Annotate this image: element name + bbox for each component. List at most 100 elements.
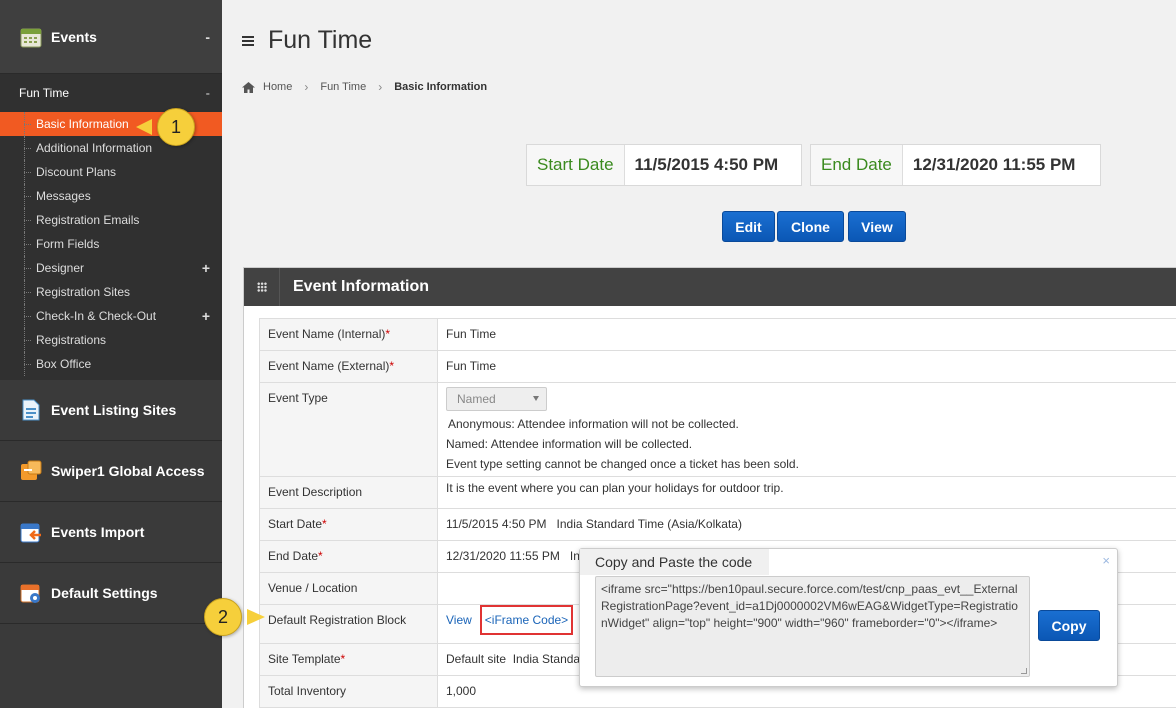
- sidebar-item-label: Designer: [36, 261, 85, 275]
- table-row: Start Date* 11/5/2015 4:50 PM India Stan…: [259, 508, 1176, 541]
- sidebar-item-label: Registration Emails: [36, 213, 140, 227]
- sidebar-section-label: Event Listing Sites: [51, 402, 177, 418]
- swiper-icon: [20, 460, 42, 482]
- sidebar-item-label: Fun Time: [19, 86, 70, 100]
- callout-2: 2: [203, 598, 265, 636]
- sidebar-item-label: Basic Information: [36, 117, 129, 131]
- view-button[interactable]: View: [848, 211, 906, 242]
- callout-pointer: [247, 609, 265, 625]
- field-value: Fun Time: [437, 318, 1176, 351]
- chevron-down-icon: [533, 396, 539, 401]
- grid-icon: [244, 268, 280, 306]
- resize-handle-icon[interactable]: [1021, 668, 1027, 674]
- sidebar-item-registrations[interactable]: Registrations: [0, 328, 222, 352]
- end-date-box: End Date 12/31/2020 11:55 PM: [810, 144, 1101, 186]
- breadcrumb: Home › Fun Time › Basic Information: [242, 80, 487, 94]
- sidebar-item-form-fields[interactable]: Form Fields: [0, 232, 222, 256]
- expand-toggle[interactable]: +: [202, 260, 210, 276]
- settings-calendar-icon: [20, 582, 42, 604]
- field-label: Site Template*: [259, 643, 438, 676]
- sidebar-item-registration-sites[interactable]: Registration Sites: [0, 280, 222, 304]
- callout-1: 1: [136, 108, 196, 146]
- start-date-box: Start Date 11/5/2015 4:50 PM: [526, 144, 802, 186]
- sidebar-section-label: Events Import: [51, 524, 145, 540]
- home-icon[interactable]: [242, 81, 255, 93]
- sidebar-item-label: Form Fields: [36, 237, 100, 251]
- page-header: Fun Time: [242, 26, 372, 55]
- callout-number: 1: [157, 108, 195, 146]
- chevron-right-icon: ›: [378, 80, 383, 94]
- sidebar-item-label: Registrations: [36, 333, 107, 347]
- chevron-right-icon: ›: [304, 80, 309, 94]
- event-type-note: Named: Attendee information will be coll…: [446, 437, 693, 451]
- event-type-note: Anonymous: Attendee information will not…: [448, 417, 739, 431]
- import-icon: [20, 521, 42, 543]
- field-label: Event Name (Internal)*: [259, 318, 438, 351]
- sidebar-item-fun-time[interactable]: Fun Time -: [0, 74, 222, 112]
- listing-icon: [20, 399, 42, 421]
- menu-icon[interactable]: [242, 35, 254, 46]
- collapse-toggle[interactable]: -: [206, 86, 210, 101]
- view-link[interactable]: View: [446, 613, 472, 627]
- iframe-code-textarea[interactable]: <iframe src="https://ben10paul.secure.fo…: [595, 576, 1030, 677]
- start-date-label: Start Date: [527, 145, 625, 185]
- sidebar-section-label: Events: [51, 28, 97, 45]
- callout-number: 2: [204, 598, 242, 636]
- field-value: 11/5/2015 4:50 PM India Standard Time (A…: [437, 508, 1176, 541]
- event-type-note: Event type setting cannot be changed onc…: [446, 457, 799, 471]
- field-label: Event Name (External)*: [259, 350, 438, 383]
- field-label: Start Date*: [259, 508, 438, 541]
- sidebar-item-label: Discount Plans: [36, 165, 117, 179]
- clone-button[interactable]: Clone: [777, 211, 844, 242]
- start-date-value: 11/5/2015 4:50 PM: [634, 155, 779, 174]
- field-value: Fun Time: [437, 350, 1176, 383]
- close-icon[interactable]: ×: [1102, 553, 1110, 568]
- copy-button[interactable]: Copy: [1038, 610, 1100, 641]
- sidebar-section-label: Default Settings: [51, 585, 158, 601]
- iframe-code-text: <iframe src="https://ben10paul.secure.fo…: [601, 582, 1018, 630]
- table-row: Event Name (Internal)* Fun Time: [259, 318, 1176, 351]
- page-title: Fun Time: [268, 26, 373, 54]
- breadcrumb-current: Basic Information: [394, 81, 488, 93]
- sidebar-item-label: Additional Information: [36, 141, 153, 155]
- iframe-code-link[interactable]: <iFrame Code>: [479, 605, 574, 635]
- breadcrumb-event[interactable]: Fun Time: [320, 81, 366, 93]
- sidebar-item-discount-plans[interactable]: Discount Plans: [0, 160, 222, 184]
- sidebar-item-messages[interactable]: Messages: [0, 184, 222, 208]
- callout-pointer: [136, 119, 152, 135]
- event-type-select: Named: [446, 387, 547, 411]
- expand-toggle[interactable]: +: [202, 308, 210, 324]
- field-label: Event Type: [259, 382, 438, 477]
- sidebar-item-label: Messages: [36, 189, 91, 203]
- sidebar-section-label: Swiper1 Global Access: [51, 463, 205, 479]
- sidebar-section-default-settings[interactable]: Default Settings: [0, 563, 222, 624]
- sidebar-section-events[interactable]: Events -: [0, 0, 222, 74]
- collapse-toggle[interactable]: -: [205, 29, 210, 45]
- table-row: Event Description It is the event where …: [259, 476, 1176, 509]
- sidebar-item-box-office[interactable]: Box Office: [0, 352, 222, 376]
- calendar-icon: [20, 26, 42, 48]
- end-date-value: 12/31/2020 11:55 PM: [912, 155, 1076, 174]
- sidebar-section-events-import[interactable]: Events Import: [0, 502, 222, 563]
- popup-title: Copy and Paste the code: [580, 549, 769, 575]
- sidebar-item-check-in-check-out[interactable]: Check-In & Check-Out +: [0, 304, 222, 328]
- field-label: Venue / Location: [259, 572, 438, 605]
- sidebar: Events - Fun Time - Basic Information Ad…: [0, 0, 222, 708]
- field-label: Event Description: [259, 476, 438, 509]
- field-label: Default Registration Block: [259, 604, 438, 644]
- sidebar-item-designer[interactable]: Designer +: [0, 256, 222, 280]
- table-row: Event Type Named Anonymous: Attendee inf…: [259, 382, 1176, 477]
- iframe-code-popup: Copy and Paste the code × <iframe src="h…: [579, 548, 1118, 687]
- sidebar-section-event-listing-sites[interactable]: Event Listing Sites: [0, 380, 222, 441]
- sidebar-item-registration-emails[interactable]: Registration Emails: [0, 208, 222, 232]
- table-row: Event Name (External)* Fun Time: [259, 350, 1176, 383]
- sidebar-item-label: Box Office: [36, 357, 92, 371]
- end-date-label: End Date: [811, 145, 903, 185]
- edit-button[interactable]: Edit: [722, 211, 775, 242]
- panel-header: Event Information: [244, 268, 1176, 306]
- sidebar-item-label: Check-In & Check-Out: [36, 309, 157, 323]
- sidebar-section-swiper1-global-access[interactable]: Swiper1 Global Access: [0, 441, 222, 502]
- sidebar-item-label: Registration Sites: [36, 285, 131, 299]
- field-label: Total Inventory: [259, 675, 438, 708]
- breadcrumb-home[interactable]: Home: [263, 81, 292, 93]
